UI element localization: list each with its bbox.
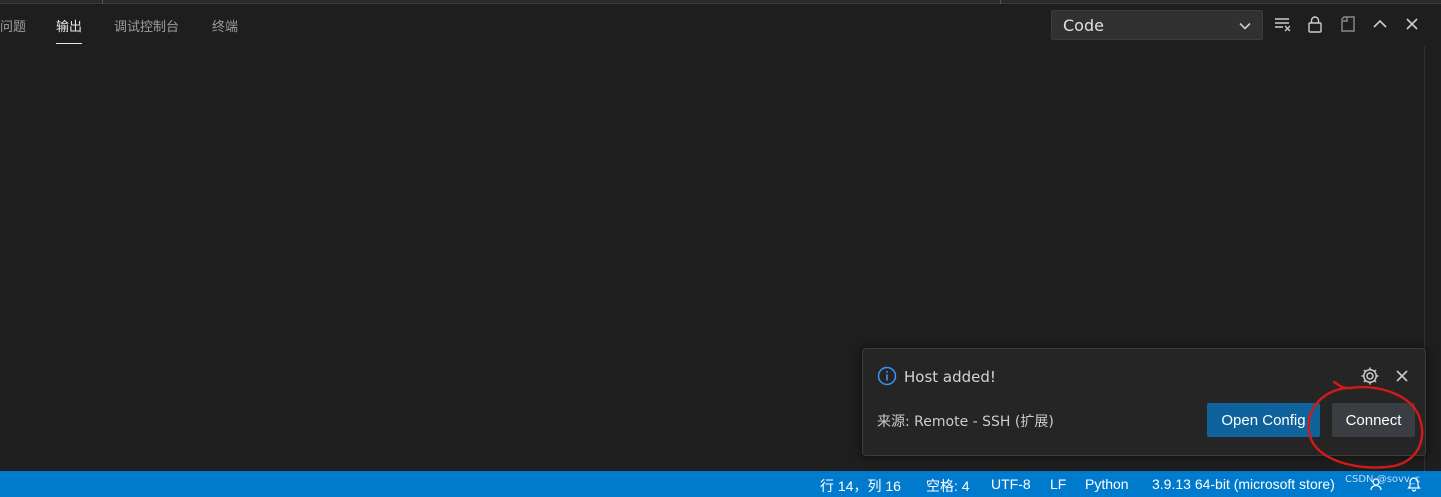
open-in-editor-icon[interactable]: [1337, 13, 1359, 35]
end-of-line[interactable]: LF: [1050, 476, 1066, 492]
notification-toast: Host added! 来源: Remote - SSH (扩展) Open C…: [862, 348, 1426, 456]
notification-source: 来源: Remote - SSH (扩展): [877, 414, 1054, 430]
close-icon[interactable]: [1391, 365, 1413, 387]
notification-message: Host added!: [904, 368, 996, 386]
lock-icon[interactable]: [1304, 13, 1326, 35]
panel-header: 问题 输出 调试控制台 终端 Code: [0, 4, 1441, 46]
tab-output[interactable]: 输出: [56, 16, 83, 44]
tab-problems[interactable]: 问题: [0, 16, 26, 35]
tab-debug-console[interactable]: 调试控制台: [114, 16, 179, 35]
indentation[interactable]: 空格: 4: [926, 476, 970, 496]
gear-icon[interactable]: [1359, 365, 1381, 387]
python-interpreter[interactable]: 3.9.13 64-bit (microsoft store): [1152, 476, 1335, 492]
info-icon: [877, 366, 897, 386]
output-channel-select[interactable]: Code: [1051, 10, 1263, 40]
chevron-down-icon: [1239, 22, 1251, 30]
encoding[interactable]: UTF-8: [991, 476, 1031, 492]
language-mode[interactable]: Python: [1085, 476, 1129, 492]
chevron-up-icon[interactable]: [1369, 13, 1391, 35]
clear-output-icon[interactable]: [1272, 13, 1294, 35]
watermark: CSDN @sovv_c: [1345, 474, 1421, 485]
output-channel-value: Code: [1063, 15, 1104, 35]
status-bar: 行 14，列 16 空格: 4 UTF-8 LF Python 3.9.13 6…: [0, 471, 1441, 497]
cursor-position[interactable]: 行 14，列 16: [820, 476, 901, 496]
connect-button[interactable]: Connect: [1332, 403, 1415, 437]
tab-terminal[interactable]: 终端: [212, 16, 238, 35]
open-config-button[interactable]: Open Config: [1207, 403, 1320, 437]
close-panel-icon[interactable]: [1401, 13, 1423, 35]
